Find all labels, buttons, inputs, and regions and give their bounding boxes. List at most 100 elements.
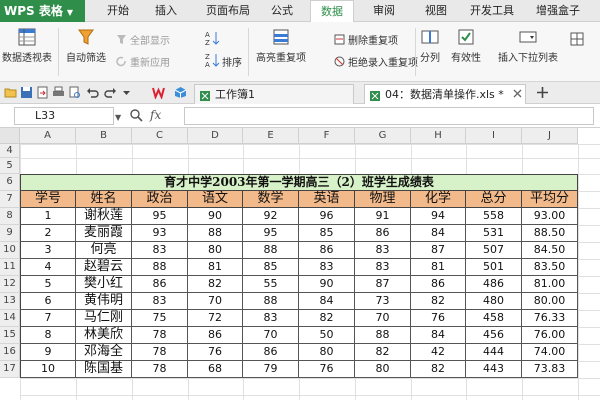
table-cell[interactable]: 76 <box>299 361 355 378</box>
menu-page-layout[interactable]: 页面布局 <box>200 0 256 22</box>
table-cell[interactable]: 70 <box>243 327 299 344</box>
table-cell[interactable]: 82 <box>411 293 466 310</box>
wps-logo-icon[interactable] <box>152 86 165 101</box>
table-cell[interactable]: 6 <box>20 293 76 310</box>
table-cell[interactable]: 88 <box>243 293 299 310</box>
app-menu-button[interactable]: WPS 表格 ▼ <box>0 0 85 22</box>
pivot-table-button[interactable]: 数据透视表 <box>2 28 52 64</box>
row-header-12[interactable]: 12 <box>0 276 20 293</box>
table-cell[interactable]: 73 <box>355 293 411 310</box>
row-header-16[interactable]: 16 <box>0 344 20 361</box>
row-header-15[interactable]: 15 <box>0 327 20 344</box>
table-cell[interactable]: 黄伟明 <box>76 293 132 310</box>
row-header-10[interactable]: 10 <box>0 242 20 259</box>
undo-icon[interactable] <box>86 86 99 99</box>
column-header-g[interactable]: G <box>355 128 411 144</box>
column-header-i[interactable]: I <box>466 128 522 144</box>
table-cell[interactable]: 93.00 <box>522 208 578 225</box>
table-cell[interactable]: 何亮 <box>76 242 132 259</box>
table-cell[interactable]: 73.83 <box>522 361 578 378</box>
table-cell[interactable]: 79 <box>243 361 299 378</box>
table-cell[interactable]: 78 <box>132 344 188 361</box>
autofilter-button[interactable]: 自动筛选 <box>66 28 106 64</box>
print-preview-icon[interactable] <box>68 86 81 99</box>
table-cell[interactable]: 84.50 <box>522 242 578 259</box>
table-cell[interactable]: 78 <box>132 327 188 344</box>
table-cell[interactable]: 85 <box>243 259 299 276</box>
table-cell[interactable]: 96 <box>299 208 355 225</box>
menu-developer[interactable]: 开发工具 <box>464 0 520 22</box>
column-header-e[interactable]: E <box>243 128 299 144</box>
table-cell[interactable]: 82 <box>188 276 243 293</box>
menu-view[interactable]: 视图 <box>418 0 454 22</box>
column-header-j[interactable]: J <box>522 128 578 144</box>
insert-dropdown-button[interactable]: 插入下拉列表 <box>498 28 558 64</box>
sort-ascending-button[interactable]: AZ <box>204 30 223 46</box>
menu-review[interactable]: 审阅 <box>366 0 402 22</box>
table-cell[interactable]: 马仁刚 <box>76 310 132 327</box>
table-cell[interactable]: 42 <box>411 344 466 361</box>
table-cell[interactable]: 陈国基 <box>76 361 132 378</box>
row-header-17[interactable]: 17 <box>0 361 20 378</box>
table-cell[interactable]: 95 <box>243 225 299 242</box>
table-cell[interactable]: 1 <box>20 208 76 225</box>
table-cell[interactable]: 82 <box>355 344 411 361</box>
table-cell[interactable]: 谢秋莲 <box>76 208 132 225</box>
table-cell[interactable]: 83 <box>132 242 188 259</box>
table-cell[interactable]: 8 <box>20 327 76 344</box>
table-cell[interactable]: 94 <box>411 208 466 225</box>
table-cell[interactable]: 68 <box>188 361 243 378</box>
table-cell[interactable]: 83 <box>355 259 411 276</box>
table-cell[interactable]: 80.00 <box>522 293 578 310</box>
table-cell[interactable]: 86 <box>299 242 355 259</box>
table-cell[interactable]: 83 <box>132 293 188 310</box>
table-cell[interactable]: 72 <box>188 310 243 327</box>
table-cell[interactable]: 3 <box>20 242 76 259</box>
table-cell[interactable]: 75 <box>132 310 188 327</box>
table-cell[interactable]: 邓海全 <box>76 344 132 361</box>
table-cell[interactable]: 樊小红 <box>76 276 132 293</box>
header-cell[interactable]: 数学 <box>242 191 299 208</box>
sort-descending-button[interactable]: ZA <box>204 52 223 68</box>
table-cell[interactable]: 88 <box>355 327 411 344</box>
doc-tab-current[interactable]: 04：数据清单操作.xls * <box>364 84 526 104</box>
table-cell[interactable]: 90 <box>188 208 243 225</box>
remove-duplicates-button[interactable]: 删除重复项 <box>334 32 398 47</box>
redo-icon[interactable] <box>104 86 117 99</box>
table-cell[interactable]: 83 <box>243 310 299 327</box>
select-all-corner[interactable] <box>0 128 20 144</box>
add-tab-icon[interactable] <box>536 86 549 99</box>
row-header-11[interactable]: 11 <box>0 259 20 276</box>
table-cell[interactable]: 88 <box>243 242 299 259</box>
table-cell[interactable]: 林美欣 <box>76 327 132 344</box>
header-cell[interactable]: 学号 <box>20 191 76 208</box>
table-cell[interactable]: 86 <box>355 225 411 242</box>
row-header-13[interactable]: 13 <box>0 293 20 310</box>
reapply-button[interactable]: 重新应用 <box>116 54 170 69</box>
header-cell[interactable]: 总分 <box>465 191 522 208</box>
table-cell[interactable]: 10 <box>20 361 76 378</box>
table-cell[interactable]: 81 <box>188 259 243 276</box>
table-cell[interactable]: 84 <box>411 225 466 242</box>
table-cell[interactable]: 2 <box>20 225 76 242</box>
table-cell[interactable]: 86 <box>411 276 466 293</box>
table-cell[interactable]: 87 <box>355 276 411 293</box>
table-cell[interactable]: 85 <box>299 225 355 242</box>
header-cell[interactable]: 语文 <box>187 191 243 208</box>
table-cell[interactable]: 81.00 <box>522 276 578 293</box>
ribbon-extra-button[interactable] <box>570 32 587 46</box>
table-cell[interactable]: 456 <box>466 327 522 344</box>
split-column-button[interactable]: 分列 <box>420 28 440 64</box>
header-cell[interactable]: 物理 <box>354 191 411 208</box>
column-header-h[interactable]: H <box>411 128 466 144</box>
cube-icon[interactable] <box>174 86 187 99</box>
table-cell[interactable]: 82 <box>299 310 355 327</box>
table-cell[interactable]: 83 <box>299 259 355 276</box>
print-icon[interactable] <box>52 86 65 99</box>
row-header-14[interactable]: 14 <box>0 310 20 327</box>
highlight-duplicates-button[interactable]: 高亮重复项 <box>256 28 306 64</box>
save-icon[interactable] <box>20 86 33 99</box>
menu-enhance-box[interactable]: 增强盒子 <box>528 0 588 22</box>
table-cell[interactable]: 86 <box>132 276 188 293</box>
table-cell[interactable]: 91 <box>355 208 411 225</box>
